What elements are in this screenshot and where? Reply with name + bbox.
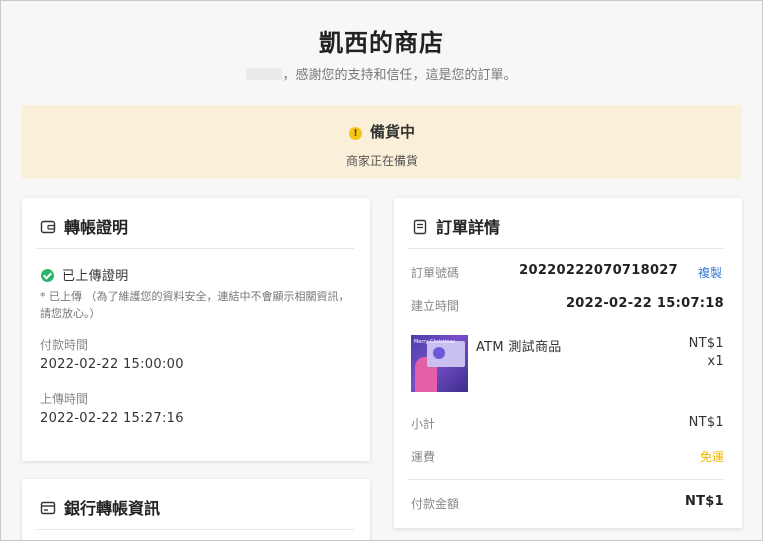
subtotal-label: 小計 xyxy=(411,417,436,431)
thumbnail-text: Merry Christmas xyxy=(414,339,456,345)
shipping-label: 運費 xyxy=(411,450,436,464)
bank-info-heading-row: 銀行轉帳資訊 xyxy=(40,495,160,519)
product-price: NT$1 xyxy=(688,336,724,351)
upload-time-value: 2022-02-22 15:27:16 xyxy=(40,411,184,426)
order-details-heading: 訂單詳情 xyxy=(436,218,501,237)
transfer-proof-card: 轉帳證明 已上傳證明 * 已上傳 （為了維護您的資料安全，連結中不會顯示相關資訊… xyxy=(22,198,370,461)
status-subtitle: 商家正在備貨 xyxy=(345,154,418,168)
wallet-icon xyxy=(40,220,56,234)
document-icon xyxy=(413,219,427,235)
thumbnail-screen-detail xyxy=(433,347,445,359)
thanks-text: ，感謝您的支持和信任，這是您的訂單。 xyxy=(282,68,517,83)
upload-time-label: 上傳時間 xyxy=(40,392,89,406)
divider xyxy=(408,248,724,249)
product-quantity: x1 xyxy=(707,354,724,369)
uploaded-label: 已上傳證明 xyxy=(62,269,129,284)
copy-order-number-button[interactable]: 複製 xyxy=(698,264,722,281)
product-thumbnail[interactable]: Merry Christmas xyxy=(411,335,468,392)
divider xyxy=(36,248,354,249)
uploaded-status: 已上傳證明 xyxy=(41,265,129,284)
pay-time-label: 付款時間 xyxy=(40,338,89,352)
upload-note: * 已上傳 （為了維護您的資料安全，連結中不會顯示相關資訊，請您放心。） xyxy=(40,290,350,320)
thanks-message: ，感謝您的支持和信任，這是您的訂單。 xyxy=(1,64,762,83)
status-title: 備貨中 xyxy=(369,123,415,141)
bank-info-card: 銀行轉帳資訊 xyxy=(22,479,370,540)
transfer-proof-heading: 轉帳證明 xyxy=(64,218,129,237)
pay-time-value: 2022-02-22 15:00:00 xyxy=(40,357,184,372)
product-name[interactable]: ATM 測試商品 xyxy=(476,336,562,355)
order-number-value: 20220222070718027 xyxy=(519,263,678,278)
bank-card-icon xyxy=(40,501,56,515)
total-label: 付款金額 xyxy=(411,497,460,511)
order-number-label: 訂單號碼 xyxy=(411,266,460,280)
status-title-row: ! 備貨中 xyxy=(22,121,742,142)
check-circle-icon xyxy=(41,269,54,282)
shop-title: 凱西的商店 xyxy=(319,29,444,57)
subtotal-value: NT$1 xyxy=(688,415,724,430)
order-details-heading-row: 訂單詳情 xyxy=(412,214,500,238)
order-page: 凱西的商店 ，感謝您的支持和信任，這是您的訂單。 ! 備貨中 商家正在備貨 轉帳證… xyxy=(0,0,763,541)
divider xyxy=(36,529,354,530)
bank-info-heading: 銀行轉帳資訊 xyxy=(64,499,161,518)
shipping-value: 免運 xyxy=(699,450,724,464)
created-time-value: 2022-02-22 15:07:18 xyxy=(565,296,724,311)
redacted-customer-name xyxy=(246,68,283,80)
total-value: NT$1 xyxy=(684,494,724,509)
divider xyxy=(408,479,724,480)
created-time-label: 建立時間 xyxy=(411,299,460,313)
order-details-card: 訂單詳情 訂單號碼 20220222070718027 複製 建立時間 2022… xyxy=(394,198,742,528)
transfer-proof-heading-row: 轉帳證明 xyxy=(40,214,128,238)
warning-icon: ! xyxy=(348,127,362,140)
order-status-banner: ! 備貨中 商家正在備貨 xyxy=(22,105,742,179)
